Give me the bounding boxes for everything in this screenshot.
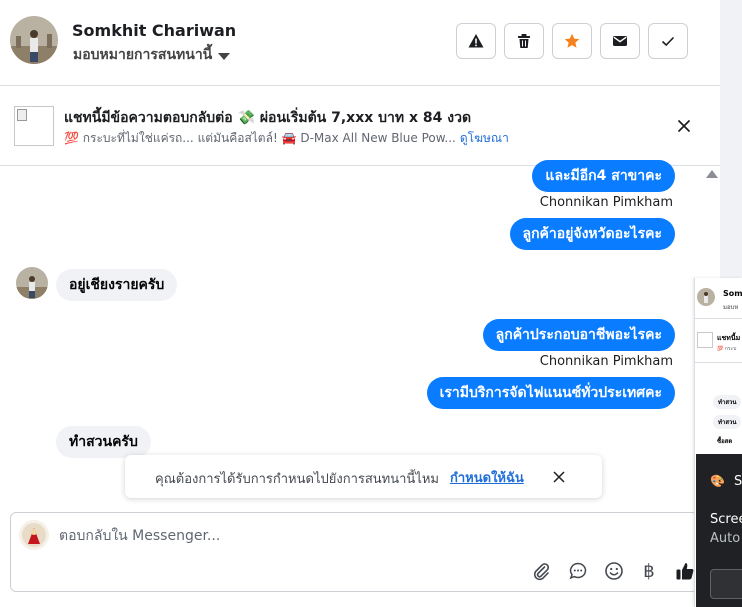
incoming-message: ทำสวน <box>713 395 742 409</box>
assign-to-me-link[interactable]: กำหนดให้ฉัน <box>450 467 524 488</box>
smiley-icon <box>605 562 623 580</box>
baht-currency-icon: ฿ <box>643 560 655 582</box>
sender-name: Chonnikan Pimkham <box>539 354 673 369</box>
reply-composer: ฿ <box>10 512 700 592</box>
contact-avatar[interactable] <box>10 16 58 64</box>
ad-title: แชทนี้มีข้อความตอบกลับต่อ 💸 ผ่อนเริ่มต้น… <box>64 110 472 126</box>
checkmark-icon <box>661 36 675 47</box>
contact-name: Somkhit Chariwan <box>72 21 237 40</box>
contact-avatar-small <box>16 267 48 299</box>
messenger-inbox-panel: Somkhit Chariwan มอบหมายการสนทนานี้ แชทน… <box>0 0 720 607</box>
thumbs-up-icon <box>676 563 694 580</box>
divider <box>695 362 742 363</box>
ad-subtitle-row: 💯 กระบะที่ไม่ใช่แค่รถ... แต่มันคือสไตล์!… <box>64 129 509 148</box>
contact-avatar <box>697 288 715 306</box>
ad-subtitle: 💯 กระบะที่ไม่ใช่แค่รถ... แต่มันคือสไตล์!… <box>64 131 456 145</box>
notification-line: Scree <box>710 512 742 527</box>
app-icon: 🎨 <box>710 474 725 488</box>
incoming-message: ทำสวนครับ <box>56 426 151 458</box>
ad-thumbnail-image[interactable] <box>14 106 54 146</box>
chat-bubble-icon <box>569 562 587 580</box>
mark-done-button[interactable] <box>648 23 688 59</box>
saved-replies-button[interactable] <box>566 559 590 583</box>
scroll-up-arrow-icon[interactable] <box>706 170 718 178</box>
payment-button[interactable]: ฿ <box>637 559 661 583</box>
contact-name: Somk <box>723 289 742 298</box>
incoming-message: ซื้อสด <box>717 438 733 445</box>
broken-image-icon <box>17 109 27 121</box>
conversation-header: Somkhit Chariwan มอบหมายการสนทนานี้ <box>0 0 720 86</box>
reply-input[interactable] <box>59 523 659 549</box>
assign-conversation-dropdown[interactable]: มอบหมายการสนทนานี้ <box>73 44 231 66</box>
outgoing-message: ลูกค้าอยู่จังหวัดอะไรคะ <box>509 218 675 250</box>
assign-label: มอบหมายการสนทนานี้ <box>73 47 213 63</box>
dismiss-toast-button[interactable] <box>551 469 567 485</box>
paperclip-icon <box>533 563 550 581</box>
incoming-message: อยู่เชียงรายครับ <box>56 269 178 301</box>
page-avatar <box>19 520 49 550</box>
star-button[interactable] <box>552 23 592 59</box>
assign-prompt-toast: คุณต้องการได้รับการกำหนดไปยังการสนทนานี้… <box>125 455 602 498</box>
warning-icon <box>468 34 484 48</box>
star-icon <box>564 33 580 48</box>
outgoing-message: ลูกค้าประกอบอาชีพอะไรคะ <box>482 319 675 351</box>
close-ad-bar-button[interactable] <box>674 116 694 136</box>
ad-thumbnail-image <box>697 332 713 348</box>
chevron-down-icon <box>218 52 231 60</box>
incoming-message: ทำสวน <box>713 415 742 429</box>
mark-unread-button[interactable] <box>600 23 640 59</box>
envelope-icon <box>613 36 627 46</box>
close-icon <box>677 119 691 133</box>
close-icon <box>553 471 565 483</box>
outgoing-message: และมีอีก4 สาขาคะ <box>532 160 675 192</box>
notification-title: S <box>734 474 742 489</box>
mark-spam-button[interactable] <box>456 23 496 59</box>
assign-prompt-text: คุณต้องการได้รับการกำหนดไปยังการสนทนานี้… <box>155 472 439 487</box>
assign-label: มอบห <box>723 304 739 311</box>
notification-action-button[interactable] <box>710 569 742 599</box>
attach-file-button[interactable] <box>529 559 553 583</box>
sender-name: Chonnikan Pimkham <box>539 195 673 210</box>
view-ad-link[interactable]: ดูโฆษณา <box>460 129 509 148</box>
trash-icon <box>518 34 530 48</box>
ad-context-bar: แชทนี้มีข้อความตอบกลับต่อ 💸 ผ่อนเริ่มต้น… <box>0 86 720 166</box>
divider <box>695 318 742 319</box>
delete-button[interactable] <box>504 23 544 59</box>
ad-title: แชทนี้ม <box>717 334 741 342</box>
outgoing-message: เรามีบริการจัดไฟแนนซ์ทั่วประเทศคะ <box>426 377 675 409</box>
ad-subtitle: 💯 กระบ <box>717 346 737 352</box>
emoji-button[interactable] <box>602 559 626 583</box>
notification-line: Auto <box>710 531 741 546</box>
system-notification[interactable]: 🎨 S Scree Auto <box>696 454 742 607</box>
